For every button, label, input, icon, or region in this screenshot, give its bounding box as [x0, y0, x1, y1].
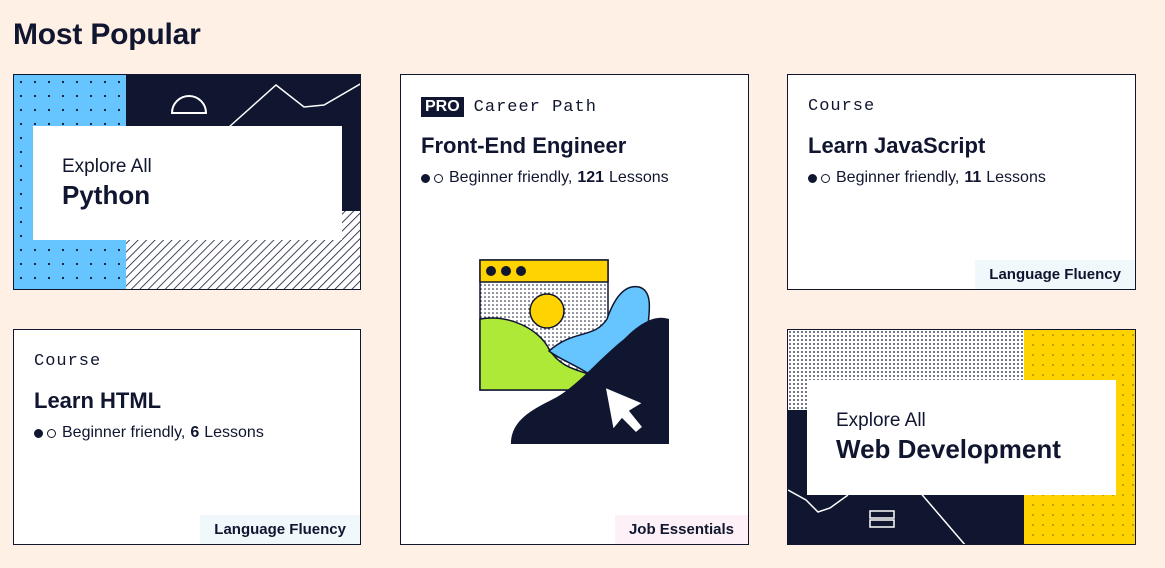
learn-javascript-card[interactable]: Course Learn JavaScript Beginner friendl…: [787, 74, 1136, 290]
card-meta: Beginner friendly, 11 Lessons: [808, 169, 1046, 187]
category-tag: Language Fluency: [200, 515, 360, 544]
category-tag: Job Essentials: [614, 515, 748, 544]
lessons-label: Lessons: [204, 424, 264, 441]
browser-window-cursor-illustration: [479, 259, 669, 444]
explore-python-label-box: Explore All Python: [33, 126, 342, 240]
card-kind: Course: [808, 97, 875, 116]
explore-title: Web Development: [836, 434, 1061, 464]
pro-badge: PRO: [421, 97, 464, 117]
lesson-count: 11: [964, 169, 982, 186]
explore-web-development-label-box: Explore All Web Development: [807, 380, 1116, 495]
explore-kicker: Explore All: [62, 156, 152, 177]
card-kind: Course: [34, 352, 101, 371]
empty-dot-icon: [434, 173, 443, 183]
empty-dot-icon: [821, 173, 830, 183]
card-kind-label: Course: [34, 352, 102, 371]
front-end-engineer-card[interactable]: PRO Career Path Front-End Engineer Begin…: [400, 74, 749, 545]
filled-dot-icon: [34, 428, 43, 438]
filled-dot-icon: [808, 173, 817, 183]
lesson-count: 121: [577, 169, 605, 186]
explore-web-development-card[interactable]: Explore All Web Development: [787, 329, 1136, 545]
card-meta: Beginner friendly, 121 Lessons: [421, 169, 669, 187]
card-title: Learn JavaScript: [808, 133, 986, 158]
page-title: Most Popular: [13, 18, 201, 51]
card-kind: PRO Career Path: [421, 97, 597, 117]
card-kind-label: Course: [808, 97, 876, 116]
card-kind-label: Career Path: [473, 97, 597, 117]
empty-dot-icon: [47, 428, 56, 438]
difficulty-label: Beginner friendly,: [836, 169, 960, 186]
lessons-label: Lessons: [609, 169, 669, 186]
lesson-count: 6: [190, 424, 200, 441]
explore-python-card[interactable]: Explore All Python: [13, 74, 361, 290]
card-meta: Beginner friendly, 6 Lessons: [34, 424, 264, 442]
card-title: Learn HTML: [34, 388, 162, 413]
card-title: Front-End Engineer: [421, 133, 627, 158]
difficulty-label: Beginner friendly,: [62, 424, 186, 441]
learn-html-card[interactable]: Course Learn HTML Beginner friendly, 6 L…: [13, 329, 361, 545]
difficulty-label: Beginner friendly,: [449, 169, 573, 186]
category-tag: Language Fluency: [975, 260, 1135, 289]
explore-kicker: Explore All: [836, 410, 926, 431]
lessons-label: Lessons: [986, 169, 1046, 186]
filled-dot-icon: [421, 173, 430, 183]
explore-title: Python: [62, 180, 151, 210]
